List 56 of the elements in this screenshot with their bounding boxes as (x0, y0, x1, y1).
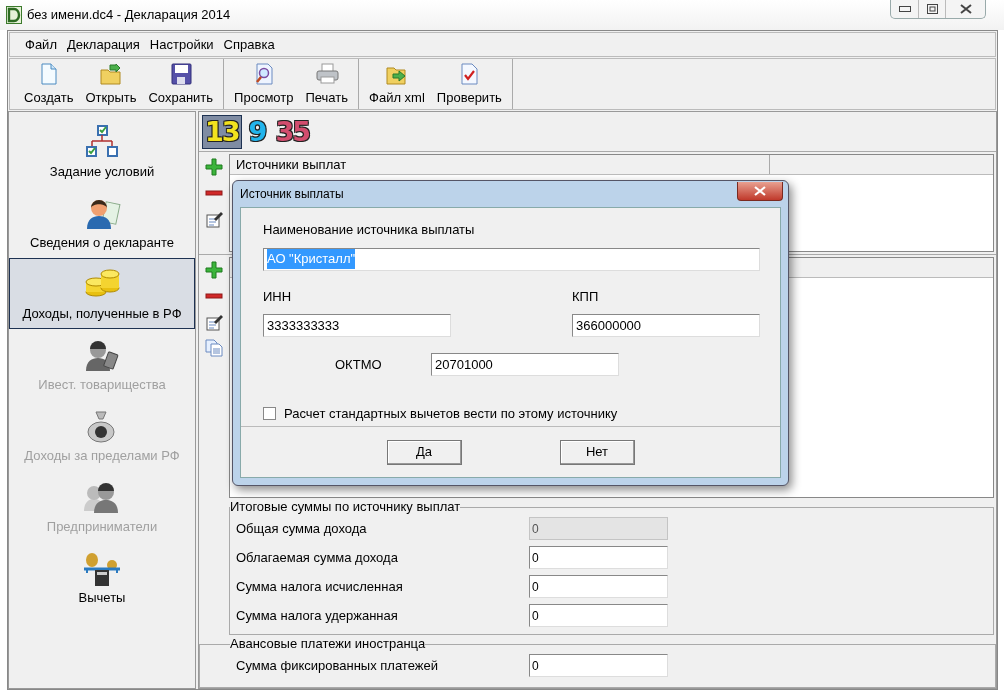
plus-icon (205, 158, 223, 176)
plus-button[interactable] (203, 156, 225, 178)
app-logo-icon (6, 6, 22, 24)
field-label: Наименование источника выплаты (263, 221, 476, 239)
column-header: Источники выплат (230, 155, 770, 174)
toolbar-button[interactable]: Открыть (79, 59, 143, 109)
sidebar-item[interactable]: Сведения о декларанте (9, 187, 195, 258)
field-label: Сумма налога удержанная (236, 606, 399, 625)
close-icon (754, 185, 766, 196)
toolbar-button[interactable]: Печать (299, 59, 355, 109)
input-field[interactable]: 0 (529, 654, 668, 677)
field-label: ОКТМО (335, 355, 383, 374)
checkbox[interactable] (263, 407, 276, 421)
field-label: Сумма налога исчисленная (236, 577, 404, 596)
input-field[interactable]: 0 (529, 604, 668, 627)
plus-button[interactable] (203, 259, 225, 281)
menu-item[interactable]: Настройки (144, 34, 219, 55)
checkbox-label: Расчет стандартных вычетов вести по этому источнику (284, 405, 618, 423)
toolbar-button[interactable]: Проверить (430, 59, 508, 109)
field-label: Общая сумма дохода (236, 519, 368, 538)
field-label: КПП (572, 287, 600, 306)
field-label: Облагаемая сумма дохода (236, 548, 399, 567)
toolbar-button[interactable]: Просмотр (228, 59, 300, 109)
field-label: Сумма фиксированных платежей (236, 656, 439, 675)
dialog-button[interactable]: Да (386, 439, 462, 465)
plus-icon (205, 261, 223, 279)
close-icon (959, 4, 972, 14)
group-label: Авансовые платежи иностранца (230, 637, 426, 651)
dialog-title: Источник выплаты (240, 186, 344, 203)
sidebar-item[interactable]: Вычеты (9, 542, 195, 613)
toolbar-button[interactable]: Сохранить (142, 59, 220, 109)
sidebar-item[interactable]: Задание условий (9, 116, 195, 187)
input-field[interactable]: 3333333333 (263, 314, 451, 337)
group-label: Итоговые суммы по источнику выплат (230, 500, 461, 514)
folder-arrow-icon (98, 62, 123, 86)
minimize-icon (898, 6, 911, 12)
input-field[interactable]: 0 (529, 575, 668, 598)
printer-icon (314, 62, 339, 86)
sidebar-item[interactable]: Доходы, полученные в РФ (9, 258, 195, 329)
input-field[interactable]: 366000000 (572, 314, 760, 337)
field-label: ИНН (263, 287, 293, 306)
toolbar-button[interactable]: Создать (18, 59, 80, 109)
dialog-button[interactable]: Нет (559, 439, 635, 465)
input-field[interactable]: 20701000 (431, 353, 619, 376)
menu-item[interactable]: Справка (218, 34, 280, 55)
menu-item[interactable]: Декларация (61, 34, 145, 55)
copy-icon (205, 339, 223, 357)
form-icon (205, 210, 223, 228)
toolbar-button[interactable]: Файл xml (363, 59, 431, 109)
menu-item[interactable]: Файл (20, 34, 62, 55)
close-button[interactable] (737, 181, 783, 201)
rate-tab[interactable]: 35 (272, 114, 312, 149)
window-title: без имени.dc4 - Декларация 2014 (27, 6, 231, 25)
input-field[interactable]: 0 (529, 546, 668, 569)
maximize-icon (926, 4, 938, 14)
form-icon (205, 313, 223, 331)
